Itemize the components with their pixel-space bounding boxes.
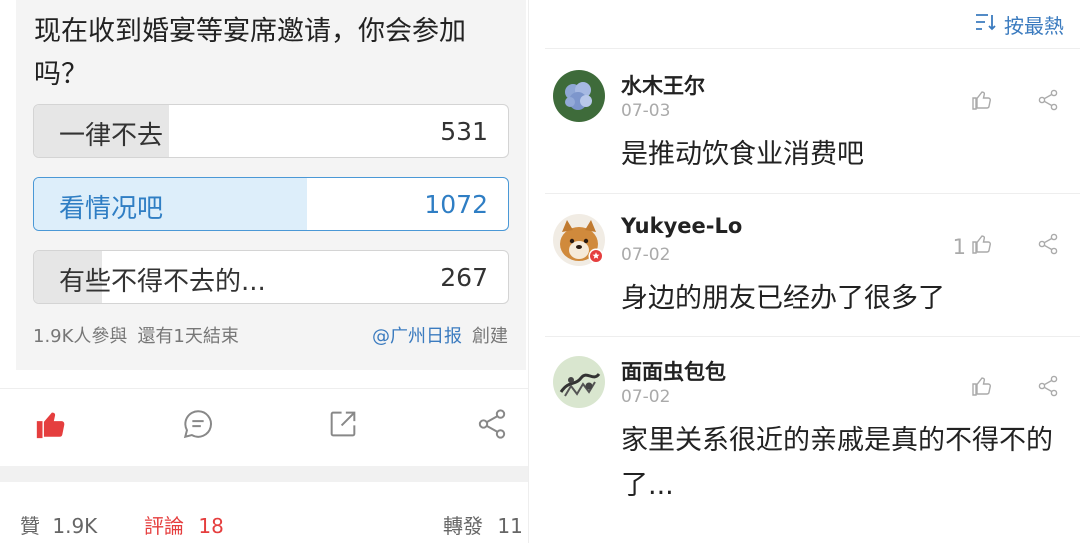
poll-created-label: 創建 xyxy=(472,326,508,347)
comment-item: 水木王尔 07-03 是推动饮食业消费吧 xyxy=(529,70,1080,190)
comment-item: Yukyee-Lo 07-02 1 身边的朋友已经办了很多了 xyxy=(529,214,1080,334)
share-icon[interactable] xyxy=(475,407,509,441)
comment-like-button[interactable]: 1 xyxy=(953,232,994,261)
poll-participants: 1.9K人參與 xyxy=(33,326,128,347)
poll-option-label: 看情况吧 xyxy=(59,194,164,224)
sort-toggle[interactable]: 按最熱 xyxy=(974,10,1064,39)
thumbs-up-icon[interactable] xyxy=(34,407,68,441)
comment-separator xyxy=(545,336,1080,337)
likes-label: 贊 xyxy=(20,514,40,538)
comment-text: 家里关系很近的亲戚是真的不得不的了... xyxy=(621,425,1053,501)
comments-count: 18 xyxy=(198,514,224,538)
poll-option-label: 有些不得不去的... xyxy=(59,267,266,297)
reposts-tab[interactable]: 轉發 11 xyxy=(443,510,523,539)
share-icon[interactable] xyxy=(1036,88,1060,112)
poll-question: 现在收到婚宴等宴席邀请，你会参加吗？ xyxy=(34,16,466,90)
comment-like-button[interactable] xyxy=(966,374,994,403)
sort-divider xyxy=(545,48,1080,49)
comment-date: 07-02 xyxy=(621,387,671,407)
comment-author[interactable]: 面面虫包包 xyxy=(621,356,726,386)
comment-separator xyxy=(545,193,1080,194)
post-panel: 现在收到婚宴等宴席邀请，你会参加吗？ 一律不去 531 看情况吧 1072 有些… xyxy=(0,0,528,543)
action-bar xyxy=(0,388,528,469)
comments-tab[interactable]: 評論 18 xyxy=(144,510,224,539)
section-gap xyxy=(0,466,528,482)
poll-meta: 1.9K人參與 還有1天結束 xyxy=(33,322,239,348)
likes-tab[interactable]: 贊 1.9K xyxy=(20,510,97,539)
likes-count: 1.9K xyxy=(52,514,98,538)
thumbs-up-outline-icon xyxy=(970,232,994,261)
poll-option-3[interactable]: 有些不得不去的... 267 xyxy=(33,250,509,304)
poll-option-2[interactable]: 看情况吧 1072 xyxy=(33,177,509,231)
poll-option-label: 一律不去 xyxy=(59,121,164,151)
comments-label: 評論 xyxy=(144,514,184,538)
poll-option-count: 267 xyxy=(440,263,488,292)
share-icon[interactable] xyxy=(1036,232,1060,256)
poll-option-1[interactable]: 一律不去 531 xyxy=(33,104,509,158)
reposts-label: 轉發 xyxy=(443,514,483,538)
avatar[interactable] xyxy=(553,356,605,408)
external-share-icon[interactable] xyxy=(326,407,360,441)
poll-source-link[interactable]: @广州日报 xyxy=(372,326,462,347)
thumbs-up-outline-icon xyxy=(970,374,994,403)
comment-author[interactable]: 水木王尔 xyxy=(621,70,705,100)
avatar[interactable] xyxy=(553,70,605,122)
comment-like-count: 1 xyxy=(952,234,966,259)
poll-card: 现在收到婚宴等宴席邀请，你会参加吗？ 一律不去 531 看情况吧 1072 有些… xyxy=(16,0,526,370)
comment-date: 07-02 xyxy=(621,245,671,265)
poll-creator: @广州日报 創建 xyxy=(372,322,508,348)
avatar[interactable] xyxy=(553,214,605,266)
poll-option-count: 531 xyxy=(440,117,488,146)
comment-text: 身边的朋友已经办了很多了 xyxy=(621,283,945,314)
comment-author[interactable]: Yukyee-Lo xyxy=(621,214,742,238)
comment-item: 面面虫包包 07-02 家里关系很近的亲戚是真的不得不的了... xyxy=(529,356,1080,543)
comment-icon[interactable] xyxy=(181,407,215,441)
thumbs-up-outline-icon xyxy=(970,88,994,117)
comment-date: 07-03 xyxy=(621,101,671,121)
sort-icon xyxy=(974,12,998,37)
comment-like-button[interactable] xyxy=(966,88,994,117)
stats-bar: 贊 1.9K 評論 18 轉發 11 xyxy=(0,482,528,543)
reposts-count: 11 xyxy=(497,514,523,538)
share-icon[interactable] xyxy=(1036,374,1060,398)
comment-text: 是推动饮食业消费吧 xyxy=(621,139,864,170)
poll-option-count: 1072 xyxy=(424,190,488,219)
sort-label: 按最熱 xyxy=(1004,14,1064,38)
poll-remaining: 還有1天結束 xyxy=(137,326,239,347)
